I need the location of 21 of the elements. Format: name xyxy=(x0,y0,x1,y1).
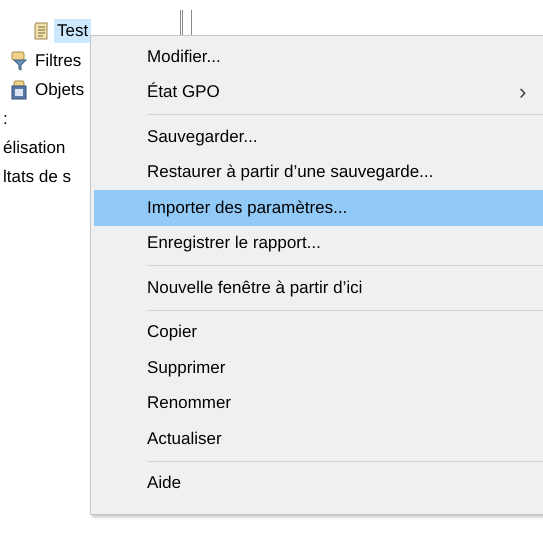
menu-item[interactable]: État GPO › xyxy=(94,74,543,110)
menu-item[interactable]: Modifier... xyxy=(94,39,543,74)
menu-item[interactable]: Actualiser xyxy=(94,421,543,456)
menu-item[interactable]: Copier xyxy=(94,314,543,350)
scroll-icon xyxy=(32,21,50,41)
tree-item[interactable]: élisation xyxy=(0,136,68,160)
tree-item[interactable]: Filtres xyxy=(32,48,84,72)
menu-item[interactable]: Nouvelle fenêtre à partir d’ici xyxy=(94,270,543,306)
tree-item[interactable]: Objets xyxy=(32,78,88,102)
menu-item[interactable]: Supprimer xyxy=(94,350,543,386)
menu-item[interactable]: Enregistrer le rapport... xyxy=(94,226,543,261)
tree-item[interactable]: : xyxy=(0,106,11,130)
filter-icon xyxy=(10,50,28,70)
tree-item[interactable]: Test xyxy=(54,19,92,43)
menu-item[interactable]: Restaurer à partir d’une sauvegarde... xyxy=(94,154,543,190)
menu-item[interactable]: Importer des paramètres... xyxy=(94,190,543,226)
menu-item[interactable]: Renommer xyxy=(94,386,543,421)
menu-item[interactable]: Sauvegarder... xyxy=(94,119,543,154)
tree-item[interactable]: ltats de s xyxy=(0,164,74,188)
menu-item[interactable]: Aide xyxy=(94,466,543,501)
objects-icon xyxy=(10,80,28,100)
